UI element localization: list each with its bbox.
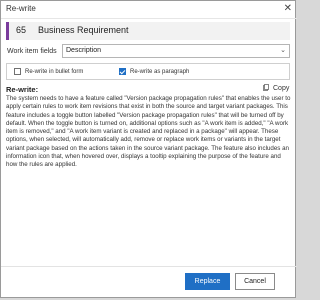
paragraph-checkbox[interactable]: [119, 68, 126, 75]
paragraph-label: Re-write as paragraph: [130, 69, 190, 75]
work-item-fields-select[interactable]: Description ⌄: [62, 44, 290, 58]
work-item-fields-value: Description: [66, 47, 102, 54]
work-item-title: Business Requirement: [38, 25, 129, 35]
dialog-titlebar: Re-write ✕: [1, 1, 297, 19]
work-item-header: 65 Business Requirement: [6, 22, 290, 40]
replace-button[interactable]: Replace: [185, 273, 230, 290]
footer-divider: [1, 266, 297, 267]
rewrite-dialog: Re-write ✕ 65 Business Requirement Work …: [0, 0, 297, 298]
work-item-id: 65: [16, 25, 27, 35]
dialog-title: Re-write: [6, 4, 36, 13]
cancel-button[interactable]: Cancel: [235, 273, 275, 290]
copy-button[interactable]: Copy: [273, 85, 289, 92]
work-item-fields-label: Work item fields: [7, 48, 57, 55]
rewrite-heading: Re-write:: [6, 85, 39, 94]
chevron-down-icon: ⌄: [280, 47, 286, 54]
bullet-form-checkbox[interactable]: [14, 68, 21, 75]
rewrite-result-text: The system needs to have a feature calle…: [6, 95, 291, 169]
copy-icon[interactable]: [263, 84, 269, 91]
bullet-form-label: Re-write in bullet form: [25, 69, 84, 75]
close-icon[interactable]: ✕: [284, 2, 292, 16]
